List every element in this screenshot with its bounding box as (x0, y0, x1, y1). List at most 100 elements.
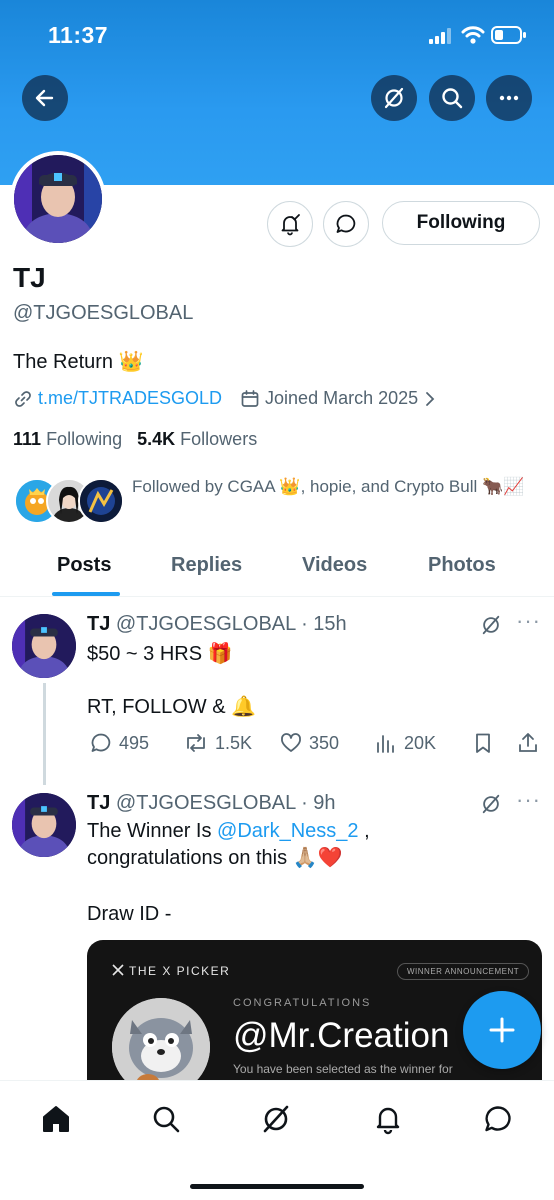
post-text-suffix: , (358, 820, 370, 842)
search-icon (442, 88, 463, 109)
post-header: TJ @TJGOESGLOBAL · 15h (87, 613, 347, 636)
link-icon (15, 390, 31, 407)
battery-icon (491, 26, 526, 44)
avatar-image (14, 155, 102, 243)
grok-icon[interactable] (480, 614, 502, 636)
followed-by-text[interactable]: Followed by CGAA 👑, hopie, and Crypto Bu… (132, 474, 532, 499)
chevron-right-icon[interactable] (422, 389, 438, 409)
following-count: 111 (13, 429, 42, 449)
reply-icon (91, 733, 111, 752)
calendar-icon (241, 389, 259, 407)
mention-link[interactable]: @Dark_Ness_2 (217, 820, 358, 842)
grok-icon (384, 87, 404, 109)
post-separator: · (295, 792, 314, 814)
home-indicator (190, 1184, 364, 1189)
card-brand-text: THE X PICKER (129, 964, 231, 978)
card-brand: THE X PICKER (112, 964, 230, 978)
followers-count-link[interactable]: 5.4K Followers (137, 429, 257, 449)
wifi-icon (461, 26, 485, 44)
compose-post-button[interactable] (463, 991, 541, 1069)
more-options-button[interactable] (486, 75, 532, 121)
signal-icon (429, 28, 451, 44)
joined-date: Joined March 2025 (265, 388, 419, 408)
followers-label: Followers (180, 429, 258, 449)
reply-button[interactable]: 495 (89, 731, 149, 755)
grok-button[interactable] (371, 75, 417, 121)
post-text-line-2: congratulations on this 🙏🏼❤️ (87, 847, 343, 869)
profile-meta: t.me/TJTRADESGOLD Joined March 2025 (13, 388, 438, 409)
card-badge: WINNER ANNOUNCEMENT (397, 963, 530, 980)
profile-tabs: Posts Replies Videos Photos (0, 540, 554, 597)
views-chart-icon (377, 735, 394, 753)
notifications-icon[interactable] (372, 1103, 404, 1135)
post-separator: · (295, 613, 314, 635)
repost-icon (187, 734, 205, 752)
repost-button[interactable]: 1.5K (183, 731, 252, 755)
post-text-line-1: $50 ~ 3 HRS 🎁 (87, 643, 233, 665)
views-button[interactable]: 20K (374, 731, 436, 755)
post-handle[interactable]: @TJGOESGLOBAL (116, 613, 296, 635)
tab-videos[interactable]: Videos (302, 554, 367, 577)
search-icon[interactable] (150, 1103, 182, 1135)
post-text-line-1: The Winner Is @Dark_Ness_2 , (87, 817, 370, 845)
tab-posts[interactable]: Posts (57, 554, 111, 577)
follower-avatar-3 (78, 478, 124, 524)
more-icon (499, 95, 519, 101)
status-time: 11:37 (48, 22, 109, 48)
followers-count: 5.4K (137, 429, 176, 449)
post-avatar[interactable] (12, 614, 76, 678)
post-author[interactable]: TJ (87, 792, 110, 814)
card-subtitle: You have been selected as the winner for (233, 1062, 453, 1076)
x-logo-icon (112, 964, 124, 976)
post-more-icon[interactable]: ··· (516, 787, 541, 813)
home-icon[interactable] (40, 1103, 72, 1135)
post-text-line-3: Draw ID - (87, 903, 172, 925)
following-label: Following (46, 429, 123, 449)
grok-icon[interactable] (260, 1103, 292, 1135)
bookmark-icon[interactable] (471, 731, 495, 755)
post-avatar[interactable] (12, 793, 76, 857)
heart-icon (281, 733, 301, 752)
profile-bio: The Return 👑 (13, 351, 144, 373)
post-text-line-2: RT, FOLLOW & 🔔 (87, 696, 257, 718)
repost-count: 1.5K (215, 732, 253, 753)
post-time[interactable]: 9h (313, 792, 335, 814)
notifications-toggle-button[interactable] (267, 201, 313, 247)
status-bar: 11:37 (0, 0, 554, 70)
share-icon[interactable] (516, 731, 540, 755)
bottom-navigation (0, 1080, 554, 1200)
profile-link[interactable]: t.me/TJTRADESGOLD (38, 388, 222, 409)
message-button[interactable] (323, 201, 369, 247)
post-author[interactable]: TJ (87, 613, 110, 635)
tab-replies[interactable]: Replies (171, 554, 242, 577)
profile-name: TJ (13, 262, 46, 293)
following-count-link[interactable]: 111 Following (13, 429, 122, 449)
views-count: 20K (404, 732, 437, 753)
post-more-icon[interactable]: ··· (516, 608, 541, 634)
messages-icon[interactable] (482, 1103, 514, 1135)
tab-photos[interactable]: Photos (428, 554, 496, 577)
arrow-left-icon (35, 89, 54, 107)
message-bubble-icon (336, 214, 356, 233)
post-engagement-bar: 495 1.5K 350 20K (87, 729, 542, 759)
bell-check-icon (281, 214, 300, 236)
follow-counts: 111 Following 5.4K Followers (13, 429, 257, 450)
post-text-prefix: The Winner Is (87, 820, 218, 842)
card-kicker: CONGRATULATIONS (233, 997, 372, 1009)
reply-count: 495 (119, 732, 150, 753)
grok-icon[interactable] (480, 793, 502, 815)
post-time[interactable]: 15h (313, 613, 346, 635)
card-winner: @Mr.Creation (233, 1016, 450, 1055)
back-button[interactable] (22, 75, 68, 121)
search-button[interactable] (429, 75, 475, 121)
like-count: 350 (309, 732, 340, 753)
following-button[interactable]: Following (382, 201, 540, 245)
active-tab-indicator (52, 592, 120, 596)
followed-by-avatars[interactable] (14, 478, 124, 524)
like-button[interactable]: 350 (279, 731, 339, 755)
post-handle[interactable]: @TJGOESGLOBAL (116, 792, 296, 814)
profile-handle: @TJGOESGLOBAL (13, 302, 194, 324)
thread-line (43, 683, 46, 785)
profile-avatar[interactable] (10, 151, 106, 247)
post-header: TJ @TJGOESGLOBAL · 9h (87, 792, 336, 815)
